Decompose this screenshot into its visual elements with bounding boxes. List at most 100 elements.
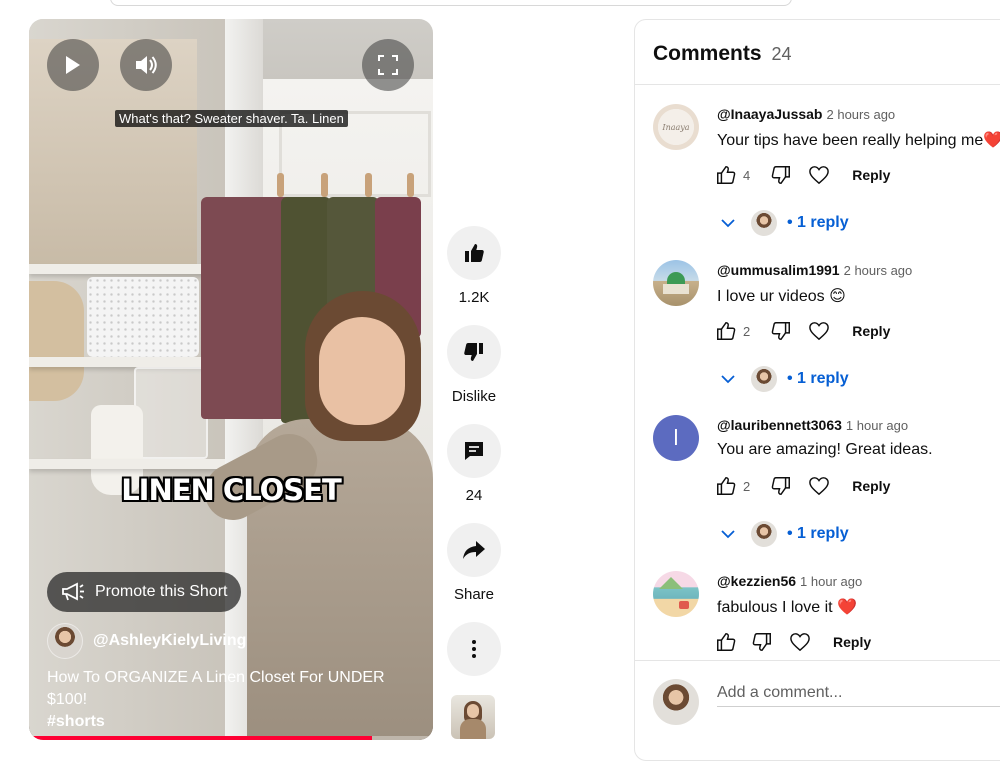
comment-author-name[interactable]: @kezzien56 [717, 573, 796, 589]
video-scene-towel [201, 197, 293, 419]
avatar-umbrella-shape [679, 601, 689, 609]
channel-avatar[interactable] [47, 623, 83, 659]
sound-thumbnail[interactable] [451, 695, 495, 739]
comment-heart-button[interactable] [808, 321, 830, 341]
top-search-bar[interactable] [110, 0, 792, 6]
video-title[interactable]: How To ORGANIZE A Linen Closet For UNDER… [47, 667, 417, 733]
play-button[interactable] [47, 39, 99, 91]
video-scene-person [319, 317, 405, 425]
divider [635, 84, 1000, 85]
commenter-avatar[interactable]: l [653, 415, 699, 461]
more-options-button[interactable] [447, 622, 501, 676]
comment-reply-button[interactable]: Reply [852, 478, 890, 494]
view-replies-button[interactable]: • 1 reply [721, 521, 849, 547]
comment-actions: 4 Reply [715, 164, 890, 186]
comment-author[interactable]: @InaayaJussab 2 hours ago [717, 106, 895, 122]
video-scene-hook [277, 173, 284, 197]
commenter-avatar[interactable]: Inaaya [653, 104, 699, 150]
comment-dislike-button[interactable] [770, 320, 792, 342]
thumbs-up-outline-icon [717, 633, 736, 651]
comment-author-name[interactable]: @InaayaJussab [717, 106, 823, 122]
dislike-button[interactable] [447, 325, 501, 379]
comments-action: 24 [446, 424, 502, 504]
view-replies-button[interactable]: • 1 reply [721, 366, 849, 392]
comment-author[interactable]: @ummusalim1991 2 hours ago [717, 262, 912, 278]
comments-button[interactable] [447, 424, 501, 478]
commenter-avatar[interactable] [653, 571, 699, 617]
reply-author-avatar [751, 521, 777, 547]
fullscreen-button[interactable] [362, 39, 414, 91]
channel-name[interactable]: @AshleyKielyLiving [93, 632, 246, 650]
share-label: Share [453, 586, 495, 603]
short-video-player[interactable]: What's that? Sweater shaver. Ta. Linen L… [29, 19, 433, 740]
comment-reply-button[interactable]: Reply [852, 323, 890, 339]
like-count: 1.2K [458, 289, 490, 306]
thumbs-up-outline-icon [717, 477, 736, 495]
comment-actions: 2 Reply [715, 320, 890, 342]
thumbs-up-outline-icon [717, 166, 736, 184]
comment-time[interactable]: 1 hour ago [800, 574, 862, 589]
share-button[interactable] [447, 523, 501, 577]
video-progress-bar[interactable] [29, 736, 433, 740]
comments-count: 24 [465, 487, 483, 504]
current-user-avatar [653, 679, 699, 725]
more-action [446, 622, 502, 676]
comment-dislike-button[interactable] [770, 164, 792, 186]
video-scene-hook [407, 173, 414, 197]
replies-dot: • [787, 214, 798, 231]
like-button[interactable] [447, 226, 501, 280]
comment-like-button[interactable] [715, 320, 737, 342]
share-action: Share [446, 523, 502, 603]
heart-outline-icon [790, 633, 810, 652]
comment-author-name[interactable]: @lauribennett3063 [717, 417, 842, 433]
replies-count: 1 reply [797, 214, 849, 231]
view-replies-button[interactable]: • 1 reply [721, 210, 849, 236]
comment-time[interactable]: 1 hour ago [846, 418, 908, 433]
fullscreen-icon [378, 55, 398, 75]
comment-author-name[interactable]: @ummusalim1991 [717, 262, 840, 278]
comment-author[interactable]: @kezzien56 1 hour ago [717, 573, 862, 589]
heart-outline-icon [809, 166, 830, 185]
comment-heart-button[interactable] [789, 632, 811, 652]
thumbs-down-icon [464, 343, 483, 361]
chevron-down-icon [721, 374, 735, 383]
comment-heart-button[interactable] [808, 165, 830, 185]
volume-button[interactable] [120, 39, 172, 91]
comment-heart-button[interactable] [808, 476, 830, 496]
heart-outline-icon [809, 477, 830, 496]
comments-header: Comments 24 [653, 42, 792, 66]
comment-like-button[interactable] [715, 164, 737, 186]
promote-short-button[interactable]: Promote this Short [47, 572, 241, 612]
avatar-building-shape [663, 284, 689, 294]
comment-like-count: 2 [743, 323, 751, 339]
comment-time[interactable]: 2 hours ago [844, 263, 913, 278]
video-title-text: How To ORGANIZE A Linen Closet For UNDER… [47, 669, 385, 708]
reply-author-avatar [751, 366, 777, 392]
replies-count: 1 reply [797, 525, 849, 542]
promote-short-label: Promote this Short [95, 583, 228, 600]
comment-like-button[interactable] [715, 631, 737, 653]
avatar-script-text: Inaaya [662, 122, 690, 132]
comment-reply-button[interactable]: Reply [833, 634, 871, 650]
smile-emoji-icon: 😊 [829, 288, 846, 305]
comment-text-body: I love ur videos [717, 288, 825, 305]
comment-dislike-button[interactable] [770, 475, 792, 497]
video-progress-fill [29, 736, 373, 740]
heart-outline-icon [809, 322, 830, 341]
comment-author[interactable]: @lauribennett3063 1 hour ago [717, 417, 908, 433]
commenter-avatar[interactable] [653, 260, 699, 306]
chevron-down-icon [721, 529, 735, 538]
channel-link[interactable]: @AshleyKielyLiving [47, 623, 246, 659]
comment-icon [465, 442, 483, 460]
video-hashtag[interactable]: #shorts [47, 711, 417, 733]
dislike-label: Dislike [451, 388, 497, 405]
comment-like-button[interactable] [715, 475, 737, 497]
comment-dislike-button[interactable] [751, 631, 773, 653]
chevron-down-icon [721, 218, 735, 227]
comment-reply-button[interactable]: Reply [852, 167, 890, 183]
comments-total: 24 [771, 44, 792, 64]
thumbs-up-icon [465, 244, 484, 262]
thumbs-down-outline-icon [771, 322, 791, 340]
comment-time[interactable]: 2 hours ago [827, 107, 896, 122]
add-comment-input[interactable] [717, 680, 1000, 707]
